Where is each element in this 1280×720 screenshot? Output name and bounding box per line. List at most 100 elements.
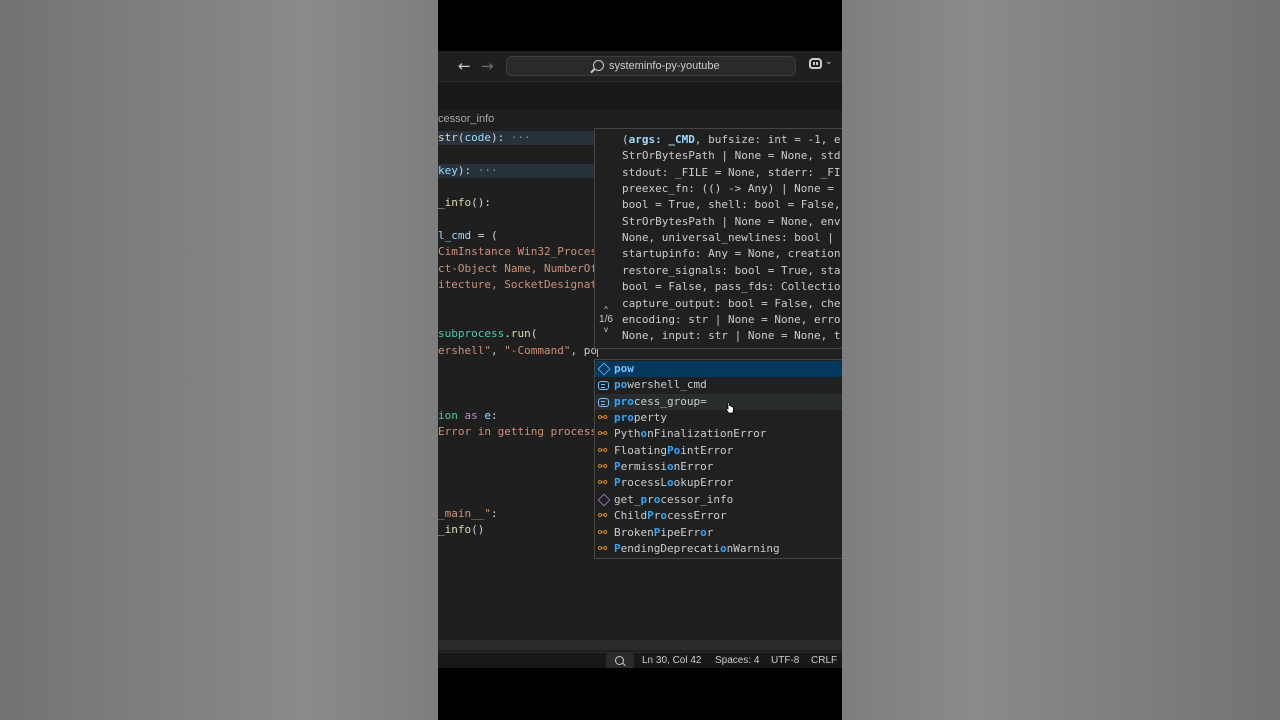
match-highlight: o bbox=[660, 509, 667, 523]
zoom-icon[interactable] bbox=[615, 656, 624, 665]
blurred-background-right bbox=[842, 0, 1280, 720]
signature-line: bool = False, pass_fds: Collectio bbox=[622, 280, 841, 294]
video-frame: ← → systeminfo-py-youtube ⌄ cessor_info … bbox=[438, 0, 842, 720]
suggestion-item[interactable]: ⚯ FloatingPointError bbox=[595, 443, 842, 459]
suggestion-item[interactable]: get_processor_info bbox=[595, 492, 842, 508]
code-token: _info bbox=[438, 196, 472, 210]
horizontal-scrollbar[interactable] bbox=[438, 640, 842, 650]
code-token: "-Command" bbox=[504, 343, 571, 357]
match-highlight: P bbox=[614, 541, 621, 555]
match-highlight: Po bbox=[666, 443, 681, 457]
mouse-cursor-icon bbox=[725, 401, 734, 414]
match-highlight: pow bbox=[614, 362, 634, 375]
suggestion-label: ProcessLookupError bbox=[614, 475, 733, 491]
suggestion-label: process_group= bbox=[614, 394, 707, 410]
suggestion-text: Child bbox=[614, 509, 648, 523]
suggestion-list[interactable]: pow powershell_cmd process_group= ⚯ property… bbox=[594, 359, 842, 559]
suggestion-label: FloatingPointError bbox=[614, 443, 733, 459]
suggestion-label: BrokenPipeError bbox=[614, 525, 713, 541]
command-center-search[interactable]: systeminfo-py-youtube bbox=[506, 56, 796, 76]
code-token: : bbox=[490, 507, 498, 521]
suggestion-text: cess_group= bbox=[633, 394, 707, 408]
signature-line: StrOrBytesPath | None = None, env bbox=[622, 214, 841, 228]
breadcrumb[interactable]: cessor_info bbox=[438, 113, 494, 125]
suggestion-text: cessor_info bbox=[660, 492, 734, 506]
code-token: e bbox=[484, 408, 491, 422]
class-icon: ⚯ bbox=[598, 427, 608, 441]
code-line: Error in getting process bbox=[438, 424, 597, 440]
title-bar: ← → systeminfo-py-youtube ⌄ bbox=[438, 51, 842, 82]
code-token: CimInstance Win32_Proces bbox=[438, 245, 597, 259]
signature-line: restore_signals: bool = True, sta bbox=[622, 263, 841, 277]
code-token: itecture, SocketDesignat bbox=[438, 278, 597, 292]
suggestion-text: cessError bbox=[667, 509, 727, 523]
indentation[interactable]: Spaces: 4 bbox=[715, 655, 759, 667]
suggestion-label: get_processor_info bbox=[614, 492, 733, 508]
suggestion-label: pow bbox=[614, 361, 634, 377]
blurred-background-left bbox=[0, 0, 438, 720]
code-token: ( bbox=[530, 327, 538, 341]
signature-line: capture_output: bool = False, che bbox=[622, 296, 841, 310]
signature-line: encoding: str | None = None, erro bbox=[622, 312, 841, 326]
suggestion-text: r bbox=[706, 525, 714, 539]
signature-line: None, universal_newlines: bool | bbox=[622, 231, 841, 245]
class-icon: ⚯ bbox=[598, 443, 608, 457]
class-icon: ⚯ bbox=[598, 411, 608, 425]
code-token: ): bbox=[491, 131, 505, 144]
match-highlight: P bbox=[614, 460, 621, 474]
status-bar: Ln 30, Col 42 Spaces: 4 UTF-8 CRLF bbox=[438, 652, 842, 668]
code-line: _main__": bbox=[438, 506, 498, 522]
signature-line: preexec_fn: (() -> Any) | None = bbox=[622, 182, 841, 196]
suggestion-item[interactable]: powershell_cmd bbox=[595, 377, 842, 393]
chevron-up-icon[interactable]: ^ bbox=[595, 305, 617, 314]
suggestion-item[interactable]: ⚯ BrokenPipeError bbox=[595, 525, 842, 541]
suggestion-item[interactable]: ⚯ property bbox=[595, 410, 842, 426]
code-line: str(code): ··· bbox=[438, 130, 531, 146]
suggestion-item[interactable]: ⚯ ChildProcessError bbox=[595, 508, 842, 524]
code-line: l_cmd = ( bbox=[438, 228, 498, 244]
code-line: key): ··· bbox=[438, 163, 498, 179]
suggestion-item[interactable]: ⚯ PermissionError bbox=[595, 459, 842, 475]
code-line: ct-Object Name, NumberOf bbox=[438, 261, 597, 277]
code-token: Error in getting process bbox=[438, 425, 597, 439]
suggestion-label: PermissionError bbox=[614, 459, 713, 475]
class-icon: ⚯ bbox=[598, 509, 608, 523]
variable-icon bbox=[598, 381, 609, 391]
suggestion-text: get_ bbox=[614, 492, 641, 506]
class-icon: ⚯ bbox=[598, 541, 608, 555]
suggestion-text: Pyth bbox=[614, 427, 641, 441]
suggestion-text: rocessL bbox=[620, 476, 667, 490]
back-arrow-icon[interactable]: ← bbox=[458, 57, 471, 75]
suggestion-label: PythonFinalizationError bbox=[614, 426, 766, 442]
suggestion-item[interactable]: process_group= bbox=[595, 393, 842, 410]
workspace-name: systeminfo-py-youtube bbox=[609, 60, 720, 72]
code-token: ··· bbox=[471, 163, 498, 177]
code-token: ct-Object Name, NumberOf bbox=[438, 261, 597, 275]
encoding[interactable]: UTF-8 bbox=[771, 655, 799, 667]
chevron-down-icon[interactable]: v bbox=[595, 325, 617, 334]
copilot-icon[interactable] bbox=[809, 58, 822, 69]
chevron-down-icon[interactable]: ⌄ bbox=[825, 57, 833, 67]
code-token: _main__" bbox=[438, 507, 491, 521]
code-token: ershell" bbox=[438, 343, 491, 357]
code-token: key bbox=[438, 163, 458, 177]
code-token: ): bbox=[457, 163, 472, 177]
signature-line: bool = True, shell: bool = False, bbox=[622, 198, 841, 212]
code-token: subprocess bbox=[438, 327, 505, 341]
code-token: () bbox=[471, 523, 485, 537]
cursor-position[interactable]: Ln 30, Col 42 bbox=[642, 655, 702, 667]
signature-navigation[interactable]: ^ 1/6 v bbox=[595, 305, 617, 334]
variable-icon bbox=[598, 397, 609, 407]
signature-help-popup: ^ 1/6 v (args: _CMD, bufsize: int = -1, … bbox=[594, 128, 842, 349]
code-token: _info bbox=[438, 523, 472, 537]
code-token: run bbox=[510, 327, 531, 341]
suggestion-item[interactable]: ⚯ PythonFinalizationError bbox=[595, 426, 842, 442]
code-line: ershell", "-Command", po bbox=[438, 343, 598, 359]
suggestion-item[interactable]: ⚯ ProcessLookupError bbox=[595, 475, 842, 491]
suggestion-label: ChildProcessError bbox=[614, 508, 727, 524]
suggestion-item[interactable]: pow bbox=[595, 361, 842, 377]
line-ending[interactable]: CRLF bbox=[811, 655, 837, 667]
forward-arrow-icon[interactable]: → bbox=[481, 57, 494, 75]
code-line: CimInstance Win32_Proces bbox=[438, 244, 597, 260]
suggestion-item[interactable]: ⚯ PendingDeprecationWarning bbox=[595, 541, 842, 557]
